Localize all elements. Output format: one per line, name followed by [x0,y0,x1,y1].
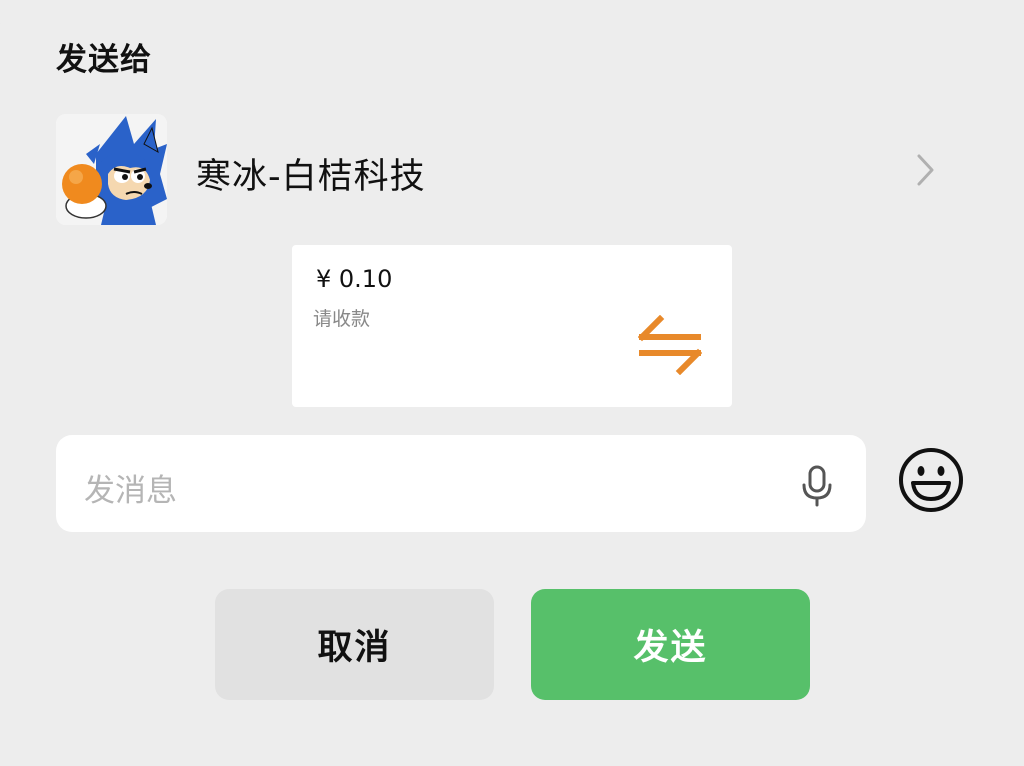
send-to-dialog: 发送给 寒冰-白桔科技 ¥ 0.10 请收款 发消息 取消 发送 [0,0,1024,766]
contact-name: 寒冰-白桔科技 [196,157,426,197]
chevron-right-icon[interactable] [914,150,938,190]
message-placeholder: 发消息 [84,473,177,509]
message-input[interactable]: 发消息 [56,435,866,532]
send-button[interactable]: 发送 [531,589,810,700]
contact-avatar [56,114,167,225]
hedgehog-avatar-icon [56,114,167,225]
emoji-icon[interactable] [898,447,964,513]
dialog-title: 发送给 [56,42,152,78]
payment-request-card: ¥ 0.10 请收款 [292,245,732,407]
transfer-arrows-icon [638,315,702,375]
cancel-button[interactable]: 取消 [215,589,494,700]
payment-label: 请收款 [313,308,371,330]
microphone-icon[interactable] [800,465,834,507]
contact-row[interactable]: 寒冰-白桔科技 [56,114,968,225]
payment-amount: ¥ 0.10 [316,265,393,293]
